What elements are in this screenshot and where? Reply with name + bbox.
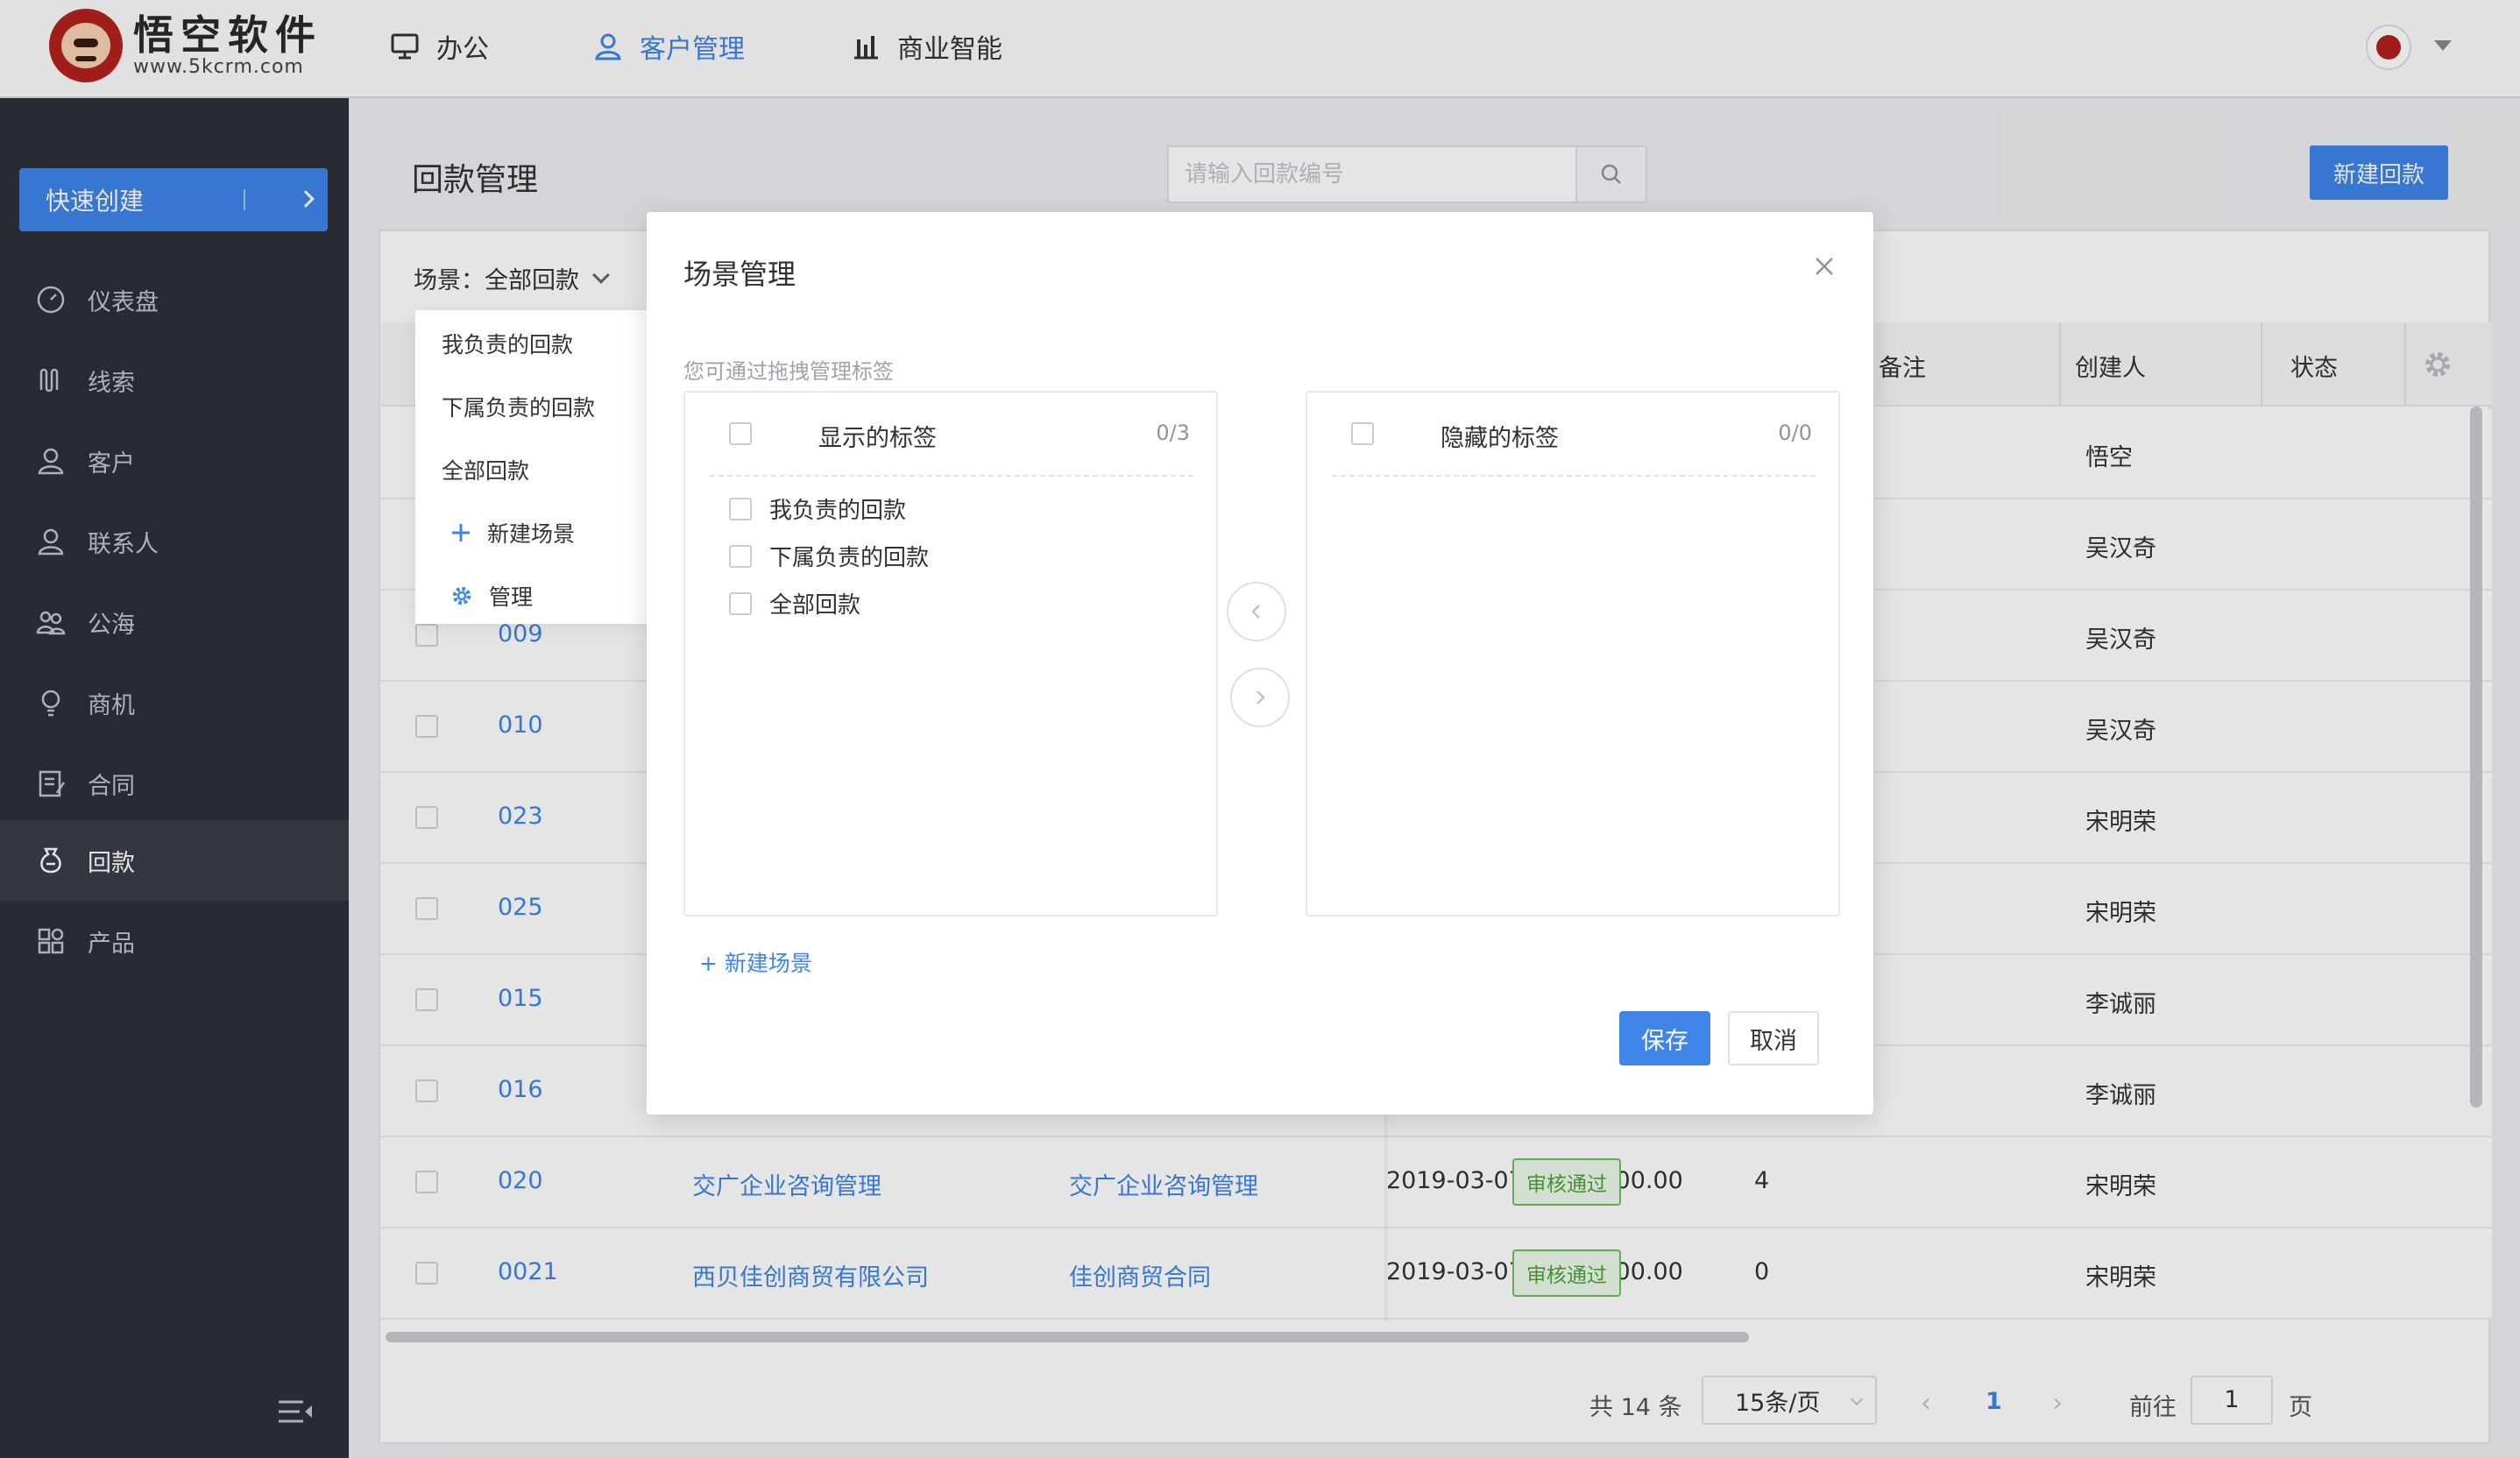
shown-tags-header: 显示的标签 0/3 — [685, 393, 1216, 477]
close-icon[interactable] — [1809, 251, 1840, 282]
move-right-button[interactable] — [1230, 668, 1290, 727]
shown-tags-count: 0/3 — [1156, 421, 1190, 445]
chevron-right-icon — [1256, 690, 1265, 704]
add-scene-link[interactable]: + 新建场景 — [699, 946, 812, 978]
select-all-checkbox[interactable] — [729, 422, 752, 445]
shown-tag-item[interactable]: 全部回款 — [729, 587, 860, 619]
select-all-checkbox[interactable] — [1351, 422, 1374, 445]
divider — [710, 475, 1193, 477]
shown-tags-panel: 显示的标签 0/3 我负责的回款 下属负责的回款 全部回款 — [683, 391, 1218, 917]
manage-label: 管理 — [489, 584, 534, 610]
hidden-tags-header: 隐藏的标签 0/0 — [1307, 393, 1838, 477]
shown-tag-item[interactable]: 下属负责的回款 — [729, 540, 929, 572]
plus-icon — [452, 524, 470, 541]
shown-tags-title: 显示的标签 — [818, 425, 937, 452]
scene-management-dialog: 场景管理 您可通过拖拽管理标签 显示的标签 0/3 我负责的回款 下属负责的回款… — [647, 212, 1873, 1115]
hidden-tags-count: 0/0 — [1778, 421, 1812, 445]
dialog-hint: 您可通过拖拽管理标签 — [683, 359, 894, 384]
tag-label: 下属负责的回款 — [769, 545, 930, 571]
chevron-left-icon — [1251, 605, 1260, 619]
new-scene-option[interactable]: 新建场景 — [450, 517, 575, 549]
manage-scene-option[interactable]: 管理 — [450, 580, 533, 612]
move-left-button[interactable] — [1227, 582, 1286, 641]
gear-icon — [452, 586, 471, 605]
tag-label: 全部回款 — [769, 592, 861, 619]
new-scene-label: 新建场景 — [487, 521, 576, 547]
hidden-tags-title: 隐藏的标签 — [1441, 425, 1559, 452]
scene-option[interactable]: 全部回款 — [442, 454, 529, 485]
scene-dropdown: 我负责的回款 下属负责的回款 全部回款 新建场景 管理 — [415, 310, 647, 624]
tag-label: 我负责的回款 — [769, 498, 907, 524]
save-button[interactable]: 保存 — [1619, 1011, 1710, 1065]
scene-option[interactable]: 我负责的回款 — [442, 328, 573, 359]
tag-checkbox[interactable] — [729, 544, 752, 568]
hidden-tags-panel: 隐藏的标签 0/0 — [1306, 391, 1840, 917]
scene-option[interactable]: 下属负责的回款 — [442, 391, 595, 422]
dialog-title: 场景管理 — [683, 258, 796, 291]
tag-checkbox[interactable] — [729, 591, 752, 615]
divider — [1332, 475, 1816, 477]
tag-checkbox[interactable] — [729, 497, 752, 520]
cancel-button[interactable]: 取消 — [1728, 1011, 1819, 1065]
shown-tag-item[interactable]: 我负责的回款 — [729, 492, 906, 525]
